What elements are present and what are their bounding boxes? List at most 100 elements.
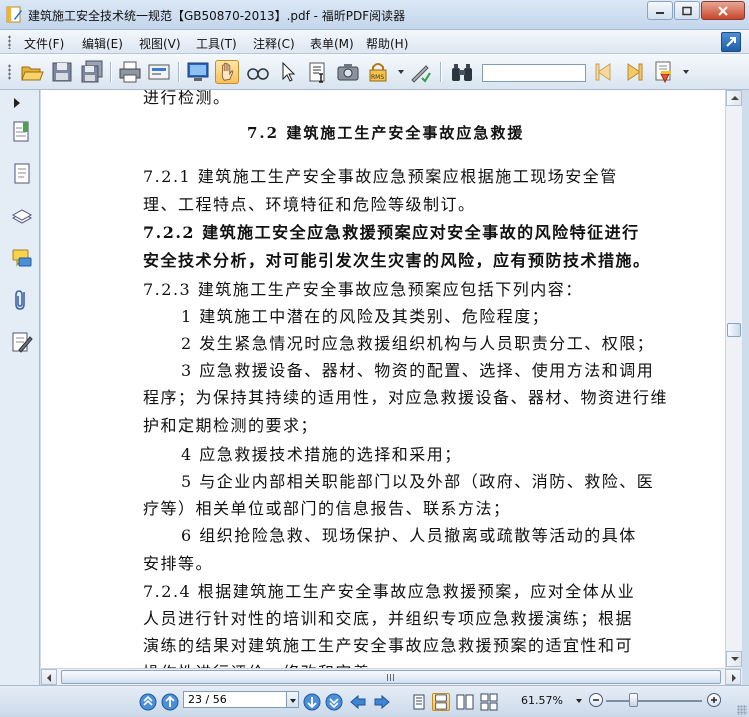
menu-comments[interactable]: 注释(C): [253, 35, 295, 52]
scroll-up-button[interactable]: [726, 90, 742, 106]
title-bar[interactable]: 建筑施工安全技术统一规范【GB50870-2013】.pdf - 福昕PDF阅读…: [0, 0, 749, 30]
toolbar: RMS: [0, 54, 749, 90]
minus-icon: [593, 699, 599, 701]
text-line: 操作性进行评价，修改和完善。: [143, 659, 388, 668]
text-line: 演练的结果对建筑施工生产安全事故应急救援预案的适宜性和可: [143, 636, 634, 655]
menu-edit[interactable]: 编辑(E): [82, 35, 123, 52]
pages-icon[interactable]: [11, 162, 33, 186]
minimize-button[interactable]: [647, 1, 673, 20]
signatures-icon[interactable]: [11, 330, 33, 354]
section-title: 7.2 建筑施工生产安全事故应急救援: [247, 124, 525, 142]
zoom-slider-thumb[interactable]: [629, 693, 638, 707]
horizontal-scrollbar[interactable]: [41, 668, 742, 685]
prev-page-icon[interactable]: [161, 693, 179, 711]
bookmarks-icon[interactable]: [11, 120, 33, 144]
zoom-dropdown-arrow[interactable]: [576, 699, 582, 703]
arrow-down-icon: [731, 657, 739, 661]
text-line: 安排等。: [143, 554, 214, 573]
open-folder-icon[interactable]: [20, 60, 44, 84]
top-fragment: 进行检测。: [143, 90, 231, 107]
menu-forms[interactable]: 表单(M): [310, 35, 354, 52]
snapshot-icon[interactable]: [336, 60, 360, 84]
single-page-icon[interactable]: [410, 693, 428, 711]
toolbar-grip[interactable]: [8, 64, 11, 80]
text-line: 护和定期检测的要求；: [143, 416, 319, 435]
save-icon[interactable]: [50, 60, 74, 84]
continuous-page-button[interactable]: [432, 693, 450, 711]
layers-icon[interactable]: [11, 204, 33, 228]
sign-icon[interactable]: [408, 60, 432, 84]
zoom-slider-track[interactable]: [606, 700, 702, 702]
arrow-left-icon: [47, 674, 51, 682]
arrow-right-icon: [732, 674, 736, 682]
rms-dropdown-arrow[interactable]: [398, 70, 404, 74]
scroll-right-button[interactable]: [725, 669, 741, 685]
text-line: 理、工程特点、环境特征和危险等级制订。: [143, 195, 476, 214]
last-page-icon[interactable]: [325, 693, 343, 711]
continuous-facing-icon[interactable]: [480, 693, 498, 711]
text-select-icon[interactable]: [306, 60, 330, 84]
scan-icon[interactable]: [147, 60, 171, 84]
facing-pages-icon[interactable]: [456, 693, 474, 711]
minimize-icon: [656, 11, 664, 14]
scroll-down-button[interactable]: [726, 651, 742, 667]
scroll-left-button[interactable]: [41, 669, 57, 685]
continuous-page-icon: [435, 694, 447, 710]
expand-panel-icon[interactable]: [14, 98, 20, 108]
hand-tool-button[interactable]: [215, 60, 239, 84]
select-arrow-icon[interactable]: [276, 60, 300, 84]
text-line: 安全技术分析，对可能引发次生灾害的风险，应有预防技术措施。: [143, 251, 651, 270]
attachments-icon[interactable]: [11, 288, 33, 312]
go-back-icon[interactable]: [349, 693, 367, 711]
highlight-icon[interactable]: [653, 60, 677, 84]
maximize-button[interactable]: [674, 1, 700, 20]
menu-help[interactable]: 帮助(H): [366, 35, 408, 52]
print-icon[interactable]: [118, 60, 142, 84]
rms-lock-icon[interactable]: RMS: [366, 60, 390, 84]
highlight-dropdown-arrow[interactable]: [683, 70, 689, 74]
pdf-page: 进行检测。 7.2 建筑施工生产安全事故应急救援 7.2.1 建筑施工生产安全事…: [41, 90, 725, 668]
resize-grip-icon[interactable]: [737, 705, 747, 715]
fullscreen-icon[interactable]: [186, 60, 210, 84]
search-input[interactable]: [482, 64, 586, 82]
zoom-glasses-icon[interactable]: [246, 60, 270, 84]
vertical-scroll-thumb[interactable]: [727, 323, 741, 337]
document-view[interactable]: 进行检测。 7.2 建筑施工生产安全事故应急救援 7.2.1 建筑施工生产安全事…: [41, 90, 725, 668]
menu-view[interactable]: 视图(V): [139, 35, 181, 52]
next-result-icon[interactable]: [622, 60, 646, 84]
vertical-scrollbar[interactable]: [725, 90, 742, 668]
text-line: 2 发生紧急情况时应急救援组织机构与人员职责分工、权限；: [181, 334, 655, 353]
app-icon: [6, 6, 22, 23]
text-line: 疗等）相关单位或部门的信息报告、联系方法；: [143, 499, 511, 518]
text-line: 程序；为保持其持续的适用性，对应急救援设备、器材、物资进行维: [143, 388, 669, 407]
text-line: 人员进行针对性的培训和交底，并组织专项应急救援演练；根据: [143, 609, 634, 628]
prev-result-icon[interactable]: [592, 60, 616, 84]
menu-bar: 文件(F) 编辑(E) 视图(V) 工具(T) 注释(C) 表单(M) 帮助(H…: [0, 30, 749, 54]
zoom-level[interactable]: 61.57%: [521, 694, 563, 707]
horizontal-scroll-thumb[interactable]: [61, 670, 721, 684]
text-line: 3 应急救援设备、器材、物资的配置、选择、使用方法和调用: [181, 361, 655, 380]
zoom-in-button[interactable]: [707, 693, 721, 707]
find-binoculars-icon[interactable]: [450, 60, 474, 84]
go-forward-icon[interactable]: [373, 693, 391, 711]
first-page-icon[interactable]: [139, 693, 157, 711]
close-button[interactable]: [701, 1, 745, 20]
comments-icon[interactable]: [11, 246, 33, 270]
expand-icon[interactable]: [721, 32, 741, 52]
menu-tools[interactable]: 工具(T): [196, 35, 237, 52]
text-line: 5 与企业内部相关职能部门以及外部（政府、消防、救险、医: [181, 472, 655, 491]
text-line: 6 组织抢险急救、现场保护、人员撤离或疏散等活动的具体: [181, 526, 637, 545]
toolbar-separator: [110, 62, 111, 82]
page-number-input[interactable]: [183, 691, 287, 708]
next-page-icon[interactable]: [303, 693, 321, 711]
status-bar: 61.57%: [0, 685, 749, 717]
zoom-out-button[interactable]: [589, 693, 603, 707]
menu-file[interactable]: 文件(F): [24, 35, 64, 52]
menu-grip[interactable]: [8, 35, 11, 49]
save-all-icon[interactable]: [80, 60, 104, 84]
toolbar-separator: [178, 62, 179, 82]
page-dropdown-button[interactable]: [287, 691, 299, 708]
arrow-up-icon: [731, 96, 739, 100]
hand-tool-icon: [221, 62, 234, 81]
maximize-icon: [682, 6, 692, 15]
